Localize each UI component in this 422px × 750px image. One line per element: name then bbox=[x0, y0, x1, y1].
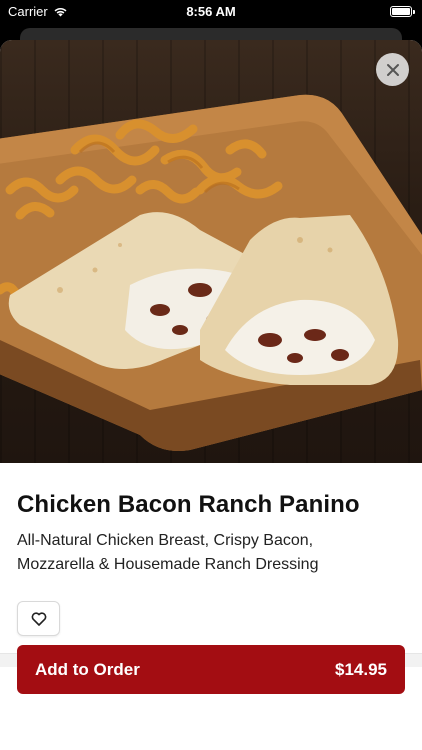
add-to-order-button[interactable]: Add to Order $14.95 bbox=[17, 645, 405, 694]
price-label: $14.95 bbox=[335, 659, 387, 679]
heart-icon bbox=[31, 611, 46, 626]
item-details: Chicken Bacon Ranch Panino All-Natural C… bbox=[0, 463, 422, 636]
battery-icon bbox=[390, 6, 415, 17]
status-time: 8:56 AM bbox=[186, 4, 236, 19]
close-icon bbox=[386, 63, 399, 76]
status-bar: Carrier 8:56 AM bbox=[0, 0, 422, 24]
close-button[interactable] bbox=[376, 53, 409, 86]
favorite-button[interactable] bbox=[17, 601, 60, 636]
item-description: All-Natural Chicken Breast, Crispy Bacon… bbox=[17, 532, 319, 573]
item-photo bbox=[0, 40, 422, 463]
add-to-order-label: Add to Order bbox=[35, 659, 140, 679]
item-detail-sheet: Chicken Bacon Ranch Panino All-Natural C… bbox=[0, 40, 422, 750]
item-title: Chicken Bacon Ranch Panino bbox=[17, 491, 360, 518]
